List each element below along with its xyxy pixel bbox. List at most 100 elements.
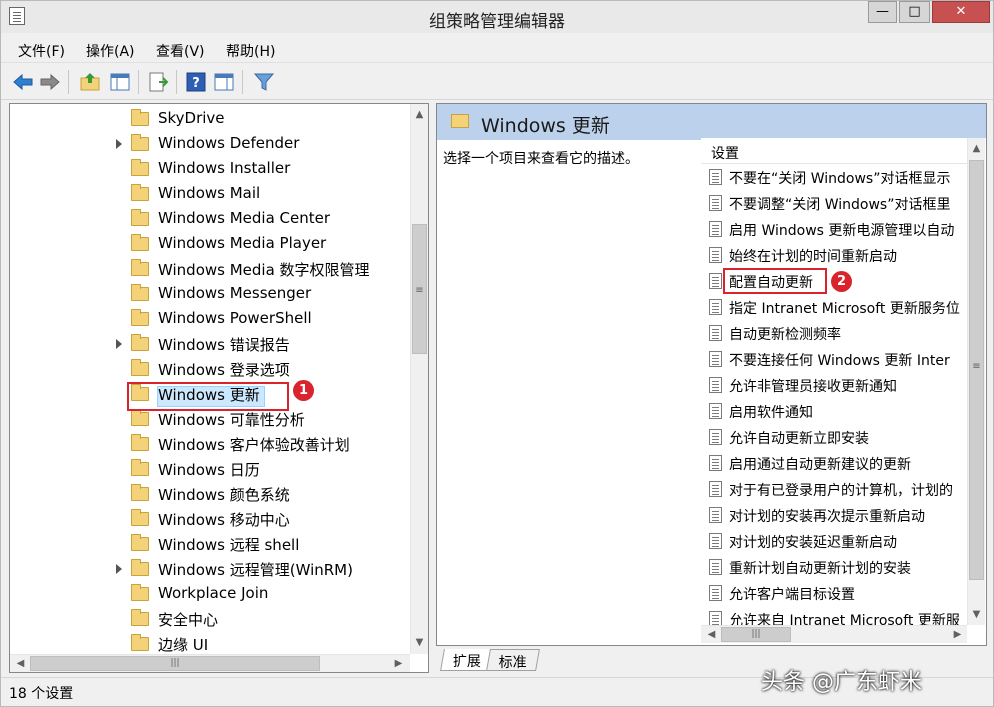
list-item[interactable]: 允许自动更新立即安装 — [701, 424, 967, 450]
expand-arrow-icon[interactable] — [116, 564, 122, 574]
maximize-button[interactable]: □ — [899, 1, 930, 23]
svg-text:?: ? — [192, 76, 200, 91]
details-title: Windows 更新 — [481, 115, 610, 137]
scroll-up-arrow-icon[interactable]: ▲ — [411, 106, 428, 123]
setting-label: 允许自动更新立即安装 — [729, 431, 869, 447]
show-hide-tree-icon[interactable] — [109, 71, 131, 93]
scroll-left-arrow-icon[interactable]: ◀ — [12, 655, 29, 672]
tree-item[interactable]: Windows Installer — [10, 157, 410, 182]
list-item[interactable]: 允许非管理员接收更新通知 — [701, 372, 967, 398]
tree-vertical-scrollbar[interactable]: ▲ ≡ ▼ — [410, 104, 428, 654]
tree-item-label: Workplace Join — [158, 584, 269, 602]
menu-help[interactable]: 帮助(H) — [226, 41, 275, 61]
folder-icon — [131, 509, 149, 526]
list-vertical-scrollbar[interactable]: ▲ ≡ ▼ — [967, 138, 985, 625]
tree-item[interactable]: Windows Media Player — [10, 232, 410, 257]
tree-item[interactable]: SkyDrive — [10, 107, 410, 132]
filter-icon[interactable] — [253, 71, 275, 93]
show-hide-action-pane-icon[interactable] — [213, 71, 235, 93]
setting-label: 对于有已登录用户的计算机，计划的 — [729, 483, 953, 499]
forward-arrow-icon[interactable] — [39, 71, 61, 93]
expand-arrow-icon[interactable] — [116, 139, 122, 149]
folder-icon — [131, 209, 149, 226]
tree-item[interactable]: Windows Messenger — [10, 282, 410, 307]
tree-item[interactable]: Windows 远程管理(WinRM) — [10, 557, 410, 582]
title-bar[interactable]: 组策略管理编辑器 — □ ✕ — [1, 1, 993, 33]
settings-list[interactable]: 设置 不要在“关闭 Windows”对话框显示不要调整“关闭 Windows”对… — [701, 138, 986, 645]
list-item[interactable]: 启用通过自动更新建议的更新 — [701, 450, 967, 476]
back-arrow-icon[interactable] — [12, 71, 34, 93]
tree-item[interactable]: Windows 移动中心 — [10, 507, 410, 532]
annotation-badge-1: 1 — [293, 380, 314, 401]
tree-horizontal-scrollbar[interactable]: ◀ ||| ▶ — [10, 654, 410, 672]
list-item[interactable]: 启用 Windows 更新电源管理以自动 — [701, 216, 967, 242]
scroll-thumb[interactable]: ≡ — [969, 160, 984, 580]
menu-action[interactable]: 操作(A) — [86, 41, 135, 61]
tree-item-label: Windows 移动中心 — [158, 511, 290, 529]
setting-label: 允许客户端目标设置 — [729, 587, 855, 603]
tree-item[interactable]: Workplace Join — [10, 582, 410, 607]
list-item[interactable]: 指定 Intranet Microsoft 更新服务位 — [701, 294, 967, 320]
scroll-right-arrow-icon[interactable]: ▶ — [949, 626, 966, 643]
list-item[interactable]: 始终在计划的时间重新启动 — [701, 242, 967, 268]
list-item[interactable]: 对计划的安装延迟重新启动 — [701, 528, 967, 554]
toolbar-separator — [138, 70, 139, 94]
menu-view[interactable]: 查看(V) — [156, 41, 205, 61]
group-policy-editor-window: 组策略管理编辑器 — □ ✕ 文件(F) 操作(A) 查看(V) 帮助(H) ?… — [0, 0, 994, 707]
policy-setting-icon — [709, 299, 722, 315]
tree-item[interactable]: 安全中心 — [10, 607, 410, 632]
tree-item[interactable]: Windows Defender — [10, 132, 410, 157]
list-item[interactable]: 对于有已登录用户的计算机，计划的 — [701, 476, 967, 502]
folder-icon — [131, 434, 149, 451]
folder-icon — [131, 359, 149, 376]
export-list-icon[interactable] — [147, 71, 169, 93]
scroll-left-arrow-icon[interactable]: ◀ — [703, 626, 720, 643]
tree-item[interactable]: Windows PowerShell — [10, 307, 410, 332]
list-item[interactable]: 允许客户端目标设置 — [701, 580, 967, 606]
list-item[interactable]: 自动更新检测频率 — [701, 320, 967, 346]
scroll-thumb[interactable]: ≡ — [412, 224, 427, 354]
column-header-setting[interactable]: 设置 — [701, 138, 967, 164]
tree-pane[interactable]: SkyDrive Windows Defender Windows Installe… — [9, 103, 429, 673]
tree-item[interactable]: Windows Mail — [10, 182, 410, 207]
setting-label: 对计划的安装延迟重新启动 — [729, 535, 897, 551]
tree-item[interactable]: Windows 远程 shell — [10, 532, 410, 557]
setting-label: 不要调整“关闭 Windows”对话框里 — [729, 197, 951, 213]
toolbar: ? — [1, 64, 993, 100]
setting-label: 始终在计划的时间重新启动 — [729, 249, 897, 265]
tree-item[interactable]: Windows 颜色系统 — [10, 482, 410, 507]
tree-item-label: Windows Installer — [158, 159, 291, 177]
list-item[interactable]: 不要调整“关闭 Windows”对话框里 — [701, 190, 967, 216]
folder-icon — [131, 334, 149, 351]
tree-item[interactable]: Windows Media 数字权限管理 — [10, 257, 410, 282]
list-item[interactable]: 重新计划自动更新计划的安装 — [701, 554, 967, 580]
scroll-up-arrow-icon[interactable]: ▲ — [968, 140, 985, 157]
policy-setting-icon — [709, 481, 722, 497]
list-horizontal-scrollbar[interactable]: ◀ ||| ▶ — [701, 625, 967, 643]
list-item[interactable]: 不要连接任何 Windows 更新 Inter — [701, 346, 967, 372]
help-icon[interactable]: ? — [185, 71, 207, 93]
tab-standard[interactable]: 标准 — [486, 649, 540, 671]
tree-item[interactable]: Windows Media Center — [10, 207, 410, 232]
scroll-right-arrow-icon[interactable]: ▶ — [390, 655, 407, 672]
annotation-box-1 — [127, 382, 289, 411]
tree-item[interactable]: Windows 日历 — [10, 457, 410, 482]
expand-arrow-icon[interactable] — [116, 339, 122, 349]
scroll-thumb[interactable]: ||| — [721, 627, 791, 642]
tree-item[interactable]: Windows 登录选项 — [10, 357, 410, 382]
scroll-down-arrow-icon[interactable]: ▼ — [411, 634, 428, 651]
tree-item[interactable]: Windows 错误报告 — [10, 332, 410, 357]
list-item[interactable]: 不要在“关闭 Windows”对话框显示 — [701, 164, 967, 190]
tree-item[interactable]: Windows 客户体验改善计划 — [10, 432, 410, 457]
up-folder-icon[interactable] — [79, 71, 101, 93]
tree-item-label: Windows 登录选项 — [158, 361, 290, 379]
list-item[interactable]: 启用软件通知 — [701, 398, 967, 424]
list-item[interactable]: 对计划的安装再次提示重新启动 — [701, 502, 967, 528]
folder-icon — [131, 159, 149, 176]
scroll-down-arrow-icon[interactable]: ▼ — [968, 606, 985, 623]
setting-label: 启用 Windows 更新电源管理以自动 — [729, 223, 955, 239]
menu-file[interactable]: 文件(F) — [18, 41, 65, 61]
scroll-thumb[interactable]: ||| — [30, 656, 320, 671]
close-button[interactable]: ✕ — [932, 1, 990, 23]
minimize-button[interactable]: — — [868, 1, 897, 23]
